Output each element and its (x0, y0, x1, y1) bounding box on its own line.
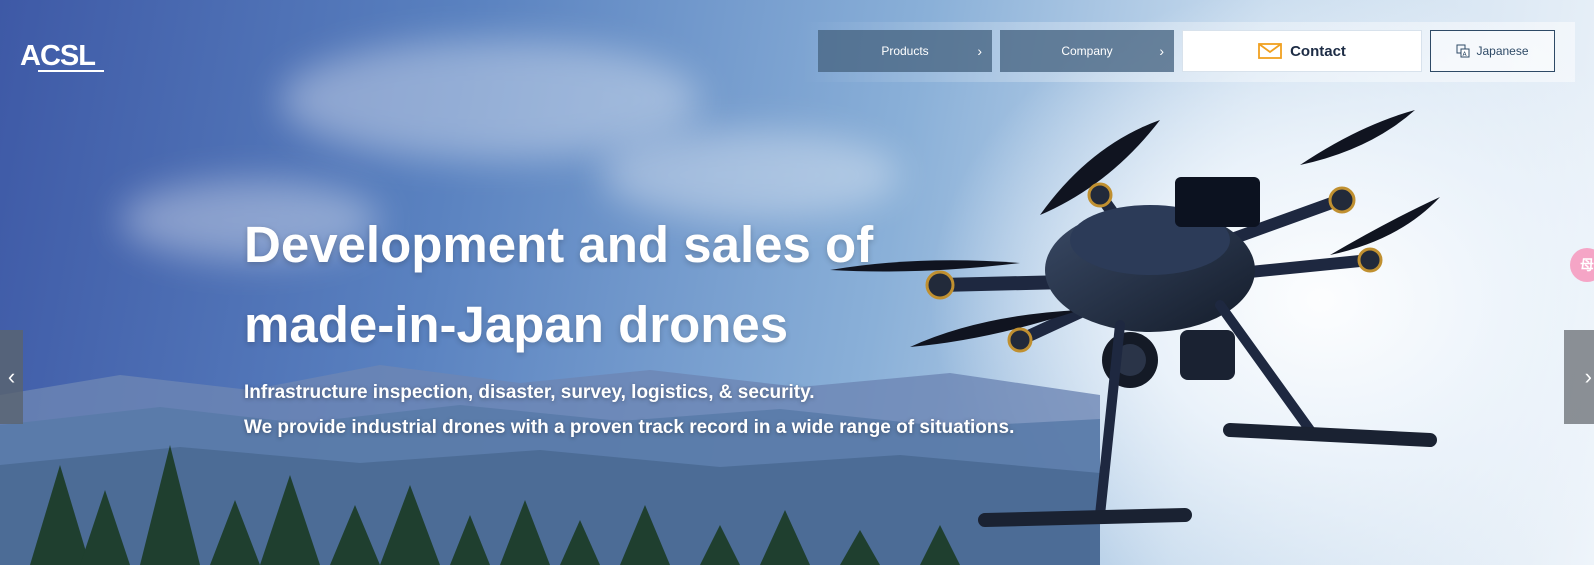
top-navigation: Products › Company › Contact A Japanese (818, 30, 1555, 74)
drone-image (830, 110, 1440, 527)
logo-text: ACSL (20, 40, 96, 72)
cloud-decoration (280, 40, 700, 160)
nav-company-button[interactable]: Company › (1000, 30, 1174, 72)
nav-products-button[interactable]: Products › (818, 30, 992, 72)
language-toggle-button[interactable]: A Japanese (1430, 30, 1555, 72)
acsl-logo[interactable]: ACSL (20, 40, 104, 74)
contact-label: Contact (1290, 42, 1346, 60)
badge-label: 母 (1580, 257, 1594, 273)
chevron-right-icon: › (977, 43, 982, 59)
nav-products-label: Products (881, 44, 929, 58)
contact-button[interactable]: Contact (1182, 30, 1422, 72)
chevron-right-icon: › (1159, 43, 1164, 59)
carousel-prev-button[interactable]: ‹ (0, 330, 23, 424)
language-label: Japanese (1476, 44, 1529, 58)
language-icon: A (1456, 44, 1470, 58)
mail-icon (1258, 43, 1282, 59)
logo-underline (38, 70, 104, 72)
chevron-right-icon: › (1584, 364, 1592, 389)
chevron-left-icon: ‹ (7, 364, 16, 389)
carousel-next-button[interactable]: › (1564, 330, 1594, 424)
nav-company-label: Company (1061, 44, 1113, 58)
